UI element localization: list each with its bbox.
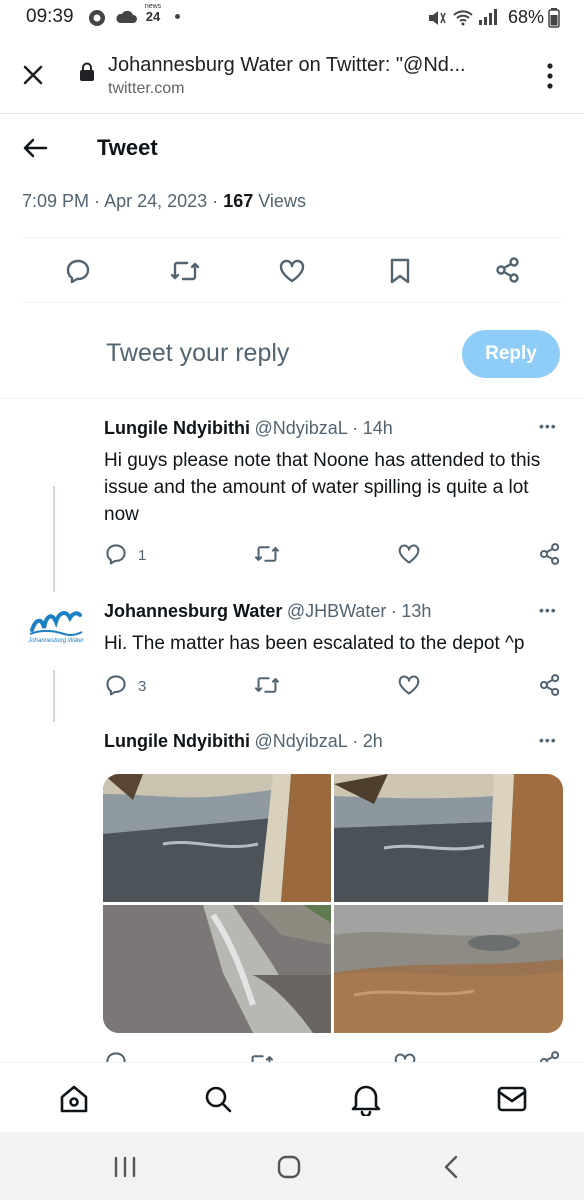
like-icon[interactable]: [397, 543, 421, 565]
battery-percent: 68%: [507, 7, 544, 27]
thread-line: [53, 670, 55, 722]
author-handle[interactable]: @JHBWater: [287, 601, 387, 621]
home-button-icon[interactable]: [276, 1154, 302, 1180]
reply-count: 1: [138, 547, 147, 564]
reply-count: 3: [138, 678, 147, 695]
photo-4[interactable]: [334, 905, 563, 1033]
views-label: Views: [258, 191, 306, 211]
reply-icon[interactable]: [104, 673, 128, 697]
author-handle[interactable]: @NdyibzaL: [254, 418, 347, 438]
more-vert-icon[interactable]: [545, 62, 555, 90]
retweet-icon[interactable]: [254, 543, 280, 565]
retweet-icon[interactable]: [254, 674, 280, 696]
status-time: 09:39: [26, 6, 74, 27]
recent-apps-icon[interactable]: [113, 1156, 137, 1178]
like-icon[interactable]: [397, 674, 421, 696]
share-icon[interactable]: [494, 256, 522, 284]
battery-icon: [548, 8, 560, 28]
back-arrow-icon[interactable]: [22, 136, 48, 160]
divider: [0, 398, 584, 399]
chrome-icon: [88, 9, 106, 27]
reply-input[interactable]: Tweet your reply: [106, 339, 289, 368]
avatar[interactable]: Johannesburg Water: [26, 606, 86, 650]
reply-actions-partial: [0, 1050, 584, 1062]
tweet-time[interactable]: 7:09 PM: [22, 191, 89, 211]
divider: [22, 302, 562, 303]
tweet-date[interactable]: Apr 24, 2023: [104, 191, 207, 211]
custom-tab-bar: Johannesburg Water on Twitter: "@Nd... t…: [0, 36, 584, 114]
divider: [22, 237, 562, 238]
search-icon[interactable]: [202, 1083, 234, 1115]
reply-time[interactable]: 13h: [401, 601, 431, 621]
reply-button[interactable]: Reply: [462, 330, 560, 378]
more-icon[interactable]: •••: [539, 732, 557, 748]
reply-header: Lungile Ndyibithi @NdyibzaL · 2h: [104, 731, 383, 751]
reply-text: Hi. The matter has been escalated to the…: [104, 633, 525, 654]
author-name[interactable]: Lungile Ndyibithi: [104, 731, 250, 751]
lock-icon: [79, 62, 95, 82]
bookmark-icon[interactable]: [388, 257, 412, 285]
share-icon[interactable]: [538, 1050, 562, 1062]
reply-time[interactable]: 14h: [363, 418, 393, 438]
close-icon[interactable]: [20, 62, 46, 88]
jhb-water-logo-icon: [29, 611, 83, 637]
header-title: Tweet: [97, 135, 158, 160]
wifi-icon: [452, 8, 474, 26]
retweet-icon[interactable]: [170, 258, 200, 284]
retweet-icon[interactable]: [248, 1052, 274, 1062]
back-button-icon[interactable]: [442, 1154, 460, 1180]
author-name[interactable]: Johannesburg Water: [104, 601, 282, 621]
reply-header: Lungile Ndyibithi @NdyibzaL · 14h: [104, 418, 393, 438]
photo-2[interactable]: [334, 774, 563, 902]
photo-grid[interactable]: [103, 774, 563, 1033]
bottom-nav: [0, 1062, 584, 1132]
author-handle[interactable]: @NdyibzaL: [254, 731, 347, 751]
reply-text: Hi guys please note that Noone has atten…: [104, 450, 541, 525]
signal-icon: [478, 8, 498, 26]
more-icon[interactable]: •••: [539, 602, 557, 618]
photo-3[interactable]: [103, 905, 331, 1033]
reply-icon[interactable]: [104, 542, 128, 566]
page-url[interactable]: twitter.com: [108, 80, 184, 98]
share-icon[interactable]: [538, 673, 562, 697]
reply-icon[interactable]: [104, 1050, 128, 1062]
photo-1[interactable]: [103, 774, 331, 902]
mute-icon: [427, 9, 447, 27]
reply-time[interactable]: 2h: [363, 731, 383, 751]
notifications-icon[interactable]: [350, 1082, 382, 1116]
like-icon[interactable]: [393, 1052, 417, 1062]
views-count: 167: [223, 191, 254, 211]
messages-icon[interactable]: [496, 1085, 528, 1113]
author-name[interactable]: Lungile Ndyibithi: [104, 418, 250, 438]
reply-icon[interactable]: [64, 257, 92, 285]
page-title: Johannesburg Water on Twitter: "@Nd...: [108, 54, 466, 76]
status-bar: 09:39 news 24 68%: [0, 0, 584, 36]
cloud-icon: [115, 10, 137, 24]
home-icon[interactable]: [58, 1083, 90, 1115]
more-icon[interactable]: •••: [539, 418, 557, 434]
like-icon[interactable]: [278, 258, 306, 284]
share-icon[interactable]: [538, 542, 562, 566]
thread-line: [53, 486, 55, 592]
news24-icon: news 24: [144, 3, 162, 24]
notification-dot: [175, 14, 180, 19]
reply-header: Johannesburg Water @JHBWater · 13h: [104, 601, 432, 621]
tweet-meta: 7:09 PM · Apr 24, 2023 · 167 Views: [22, 191, 306, 211]
android-nav-bar: [0, 1132, 584, 1200]
